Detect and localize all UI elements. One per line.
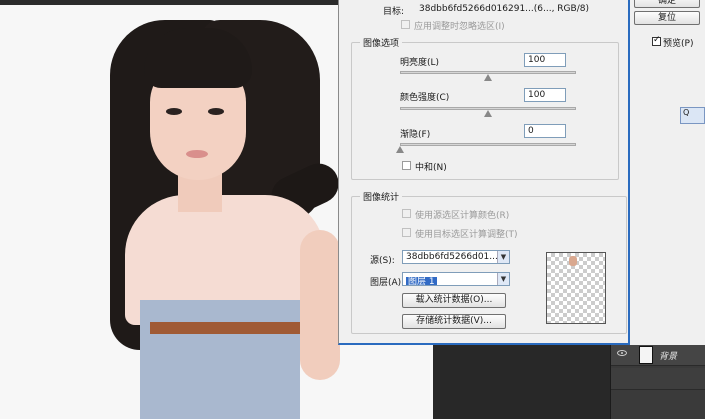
color-intensity-slider-thumb[interactable]	[484, 110, 492, 117]
use-target-selection-checkbox[interactable]	[402, 228, 411, 237]
fade-label: 渐隐(F)	[400, 130, 431, 140]
layer-label: 图层(A):	[370, 278, 405, 288]
luminance-input[interactable]: 100	[524, 53, 566, 67]
layer-row-empty	[611, 368, 705, 390]
dialog-side-panel: 确定 复位 预览(P) Q	[630, 0, 705, 345]
photo-belt	[150, 322, 300, 334]
photo-dress	[140, 300, 300, 419]
color-intensity-label: 颜色强度(C)	[400, 93, 450, 103]
source-label: 源(S):	[370, 256, 395, 266]
tool-button[interactable]: Q	[680, 107, 705, 124]
target-value: 38dbb6fd5266d016291...(6..., RGB/8)	[419, 4, 589, 14]
image-statistics-group: 图像统计 使用源选区计算颜色(R) 使用目标选区计算调整(T) 源(S): 38…	[351, 190, 627, 334]
color-intensity-input[interactable]: 100	[524, 88, 566, 102]
luminance-label: 明亮度(L)	[400, 58, 440, 68]
photo-arm	[300, 230, 340, 380]
use-source-selection-checkbox[interactable]	[402, 209, 411, 218]
layer-name: 背景	[659, 352, 678, 362]
preview-label: 预览(P)	[663, 39, 694, 49]
layer-row-background[interactable]: 背景	[611, 344, 705, 366]
image-options-group: 图像选项 明亮度(L) 100 颜色强度(C) 100 渐隐(F) 0 中和(N…	[351, 36, 619, 180]
chevron-down-icon[interactable]: ▼	[497, 251, 509, 263]
ok-button[interactable]: 确定	[634, 0, 700, 8]
photo-eye-right	[208, 108, 224, 115]
layer-select-value: 图层 1	[406, 277, 437, 286]
neutralize-label: 中和(N)	[415, 163, 447, 173]
layers-panel: 背景	[610, 340, 705, 419]
target-label: 目标:	[383, 7, 405, 17]
preview-checkbox[interactable]	[652, 35, 661, 46]
fade-input[interactable]: 0	[524, 124, 566, 138]
preview-figure	[569, 256, 577, 266]
photo-fringe	[144, 28, 252, 88]
photo-lips	[186, 150, 208, 158]
source-select-value: 38dbb6fd5266d01...	[406, 252, 498, 262]
image-options-title: 图像选项	[360, 36, 403, 49]
source-select[interactable]: 38dbb6fd5266d01... ▼	[402, 250, 510, 264]
ignore-selection-checkbox[interactable]	[401, 20, 410, 29]
image-statistics-title: 图像统计	[360, 190, 403, 203]
match-color-dialog: 目标: 38dbb6fd5266d016291...(6..., RGB/8) …	[338, 0, 630, 345]
visibility-eye-icon[interactable]	[617, 350, 627, 356]
luminance-slider-thumb[interactable]	[484, 74, 492, 81]
reset-button[interactable]: 复位	[634, 11, 700, 25]
layer-select[interactable]: 图层 1 ▼	[402, 272, 510, 286]
photo-eye-left	[166, 108, 182, 115]
neutralize-checkbox[interactable]	[402, 161, 411, 170]
statistics-preview-thumbnail	[546, 252, 606, 324]
layer-thumbnail	[639, 346, 653, 364]
ignore-selection-label: 应用调整时忽略选区(I)	[414, 22, 505, 32]
fade-slider-track[interactable]	[400, 143, 576, 146]
save-statistics-button[interactable]: 存储统计数据(V)...	[402, 314, 506, 329]
load-statistics-button[interactable]: 载入统计数据(O)...	[402, 293, 506, 308]
use-source-selection-label: 使用源选区计算颜色(R)	[415, 211, 510, 221]
chevron-down-icon[interactable]: ▼	[497, 273, 509, 285]
use-target-selection-label: 使用目标选区计算调整(T)	[415, 230, 518, 240]
fade-slider-thumb[interactable]	[396, 146, 404, 153]
tool-label: Q	[683, 108, 690, 117]
